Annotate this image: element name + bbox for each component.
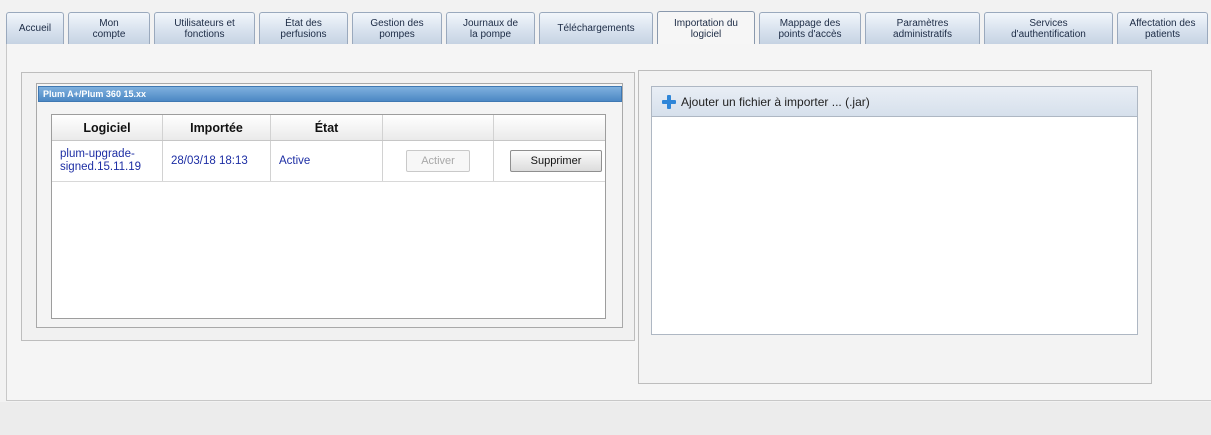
tab-journaux-pompe[interactable]: Journaux de la pompe	[446, 12, 535, 44]
tab-parametres-administratifs[interactable]: Paramètres administratifs	[865, 12, 980, 44]
status-strip	[0, 402, 1211, 435]
tab-mappage-points-acces[interactable]: Mappage des points d'accès	[759, 12, 861, 44]
import-date-cell: 28/03/18 18:13	[163, 141, 271, 181]
activate-cell: Activer	[383, 141, 494, 181]
software-name-cell[interactable]: plum-upgrade- signed.15.11.19	[52, 141, 163, 181]
status-cell: Active	[271, 141, 383, 181]
activate-button[interactable]: Activer	[406, 150, 470, 172]
tab-etat-perfusions[interactable]: État des perfusions	[259, 12, 348, 44]
add-file-button[interactable]: Ajouter un fichier à importer ... (.jar)	[651, 86, 1138, 116]
tab-accueil[interactable]: Accueil	[6, 12, 64, 44]
tab-gestion-pompes[interactable]: Gestion des pompes	[352, 12, 442, 44]
column-header-logiciel: Logiciel	[52, 115, 163, 140]
add-file-label: Ajouter un fichier à importer ... (.jar)	[681, 94, 870, 109]
delete-button[interactable]: Supprimer	[510, 150, 602, 172]
table-row: plum-upgrade- signed.15.11.19 28/03/18 1…	[52, 141, 605, 182]
software-table: Logiciel Importée État plum-upgrade- sig…	[51, 114, 606, 319]
tab-telechargements[interactable]: Téléchargements	[539, 12, 653, 44]
column-header-activate	[383, 115, 494, 140]
tab-affectation-patients[interactable]: Affectation des patients	[1117, 12, 1208, 44]
delete-cell: Supprimer	[494, 141, 605, 181]
import-file-list	[651, 116, 1138, 335]
tab-services-authentification[interactable]: Services d'authentification	[984, 12, 1113, 44]
plus-icon	[662, 94, 676, 109]
panel-title: Plum A+/Plum 360 15.xx	[38, 86, 622, 102]
column-header-delete	[494, 115, 605, 140]
table-header: Logiciel Importée État	[52, 115, 605, 141]
column-header-importee: Importée	[163, 115, 271, 140]
column-header-etat: État	[271, 115, 383, 140]
tab-mon-compte[interactable]: Mon compte	[68, 12, 150, 44]
tab-bar: Accueil Mon compte Utilisateurs et fonct…	[6, 11, 1211, 45]
tab-importation-logiciel[interactable]: Importation du logiciel	[657, 11, 755, 45]
tab-utilisateurs-fonctions[interactable]: Utilisateurs et fonctions	[154, 12, 255, 44]
